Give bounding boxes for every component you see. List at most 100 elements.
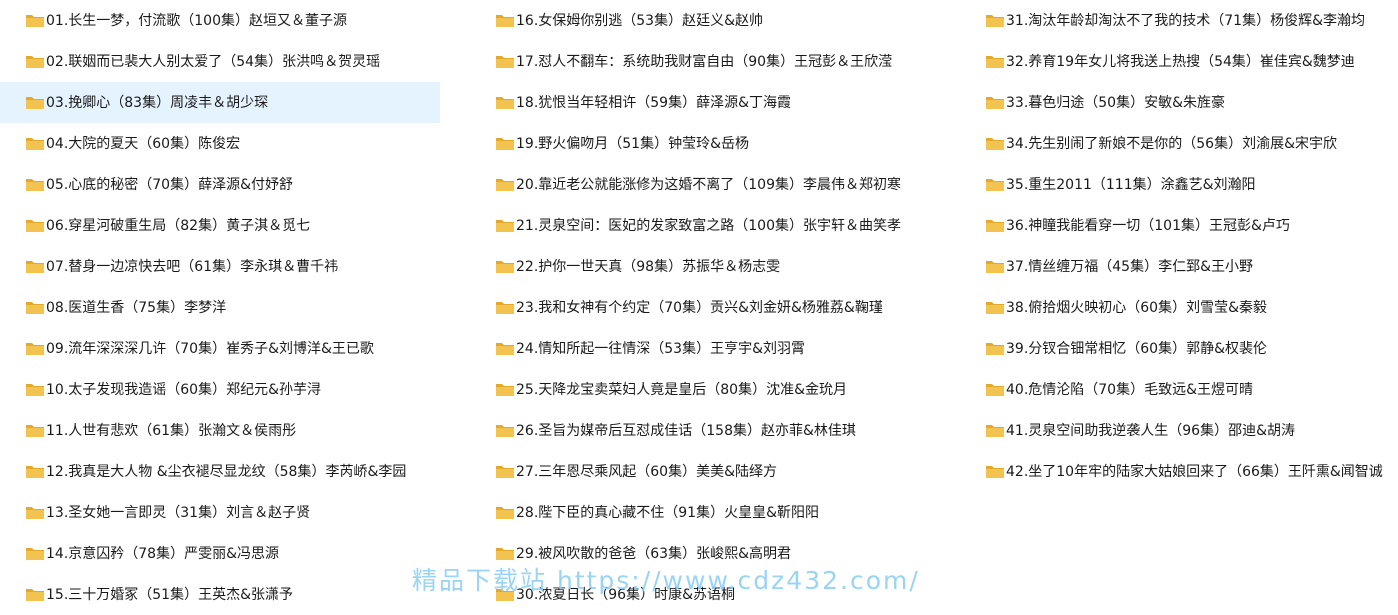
folder-name: 27.三年恩尽乘风起（60集）美美&陆绎方 [516,463,777,480]
folder-item[interactable]: 12.我真是大人物 &尘衣褪尽显龙纹（58集）李芮峤&李园 [0,451,440,492]
folder-item[interactable]: 39.分钗合钿常相忆（60集）郭静&权裴伦 [960,328,1398,369]
folder-name: 31.淘汰年龄却淘汰不了我的技术（71集）杨俊辉&李瀚均 [1006,12,1365,29]
folder-item[interactable]: 32.养育19年女儿将我送上热搜（54集）崔佳宾&魏梦迪 [960,41,1398,82]
folder-name: 42.坐了10年牢的陆家大姑娘回来了（66集）王阡熏&闻智诚 [1006,463,1383,480]
folder-icon [25,300,45,316]
folder-name: 13.圣女她一言即灵（31集）刘言＆赵子贤 [46,504,311,521]
folder-name: 19.野火偏吻月（51集）钟莹玲&岳杨 [516,135,749,152]
folder-name: 30.浓夏日长（96集）时康&苏语桐 [516,586,735,603]
folder-icon [25,259,45,275]
folder-icon [985,464,1005,480]
folder-name: 28.陛下臣的真心藏不住（91集）火皇皇&靳阳阳 [516,504,819,521]
folder-item[interactable]: 40.危情沦陷（70集）毛致远&王煜可晴 [960,369,1398,410]
folder-item[interactable]: 27.三年恩尽乘风起（60集）美美&陆绎方 [470,451,910,492]
folder-name: 39.分钗合钿常相忆（60集）郭静&权裴伦 [1006,340,1267,357]
folder-item[interactable]: 38.俯拾烟火映初心（60集）刘雪莹&秦毅 [960,287,1398,328]
folder-icon [985,54,1005,70]
folder-name: 07.替身一边凉快去吧（61集）李永琪＆曹千祎 [46,258,339,275]
folder-icon [985,95,1005,111]
folder-name: 26.圣旨为媒帝后互怼成佳话（158集）赵亦菲&林佳琪 [516,422,856,439]
folder-item[interactable]: 22.护你一世天真（98集）苏振华＆杨志雯 [470,246,910,287]
folder-item[interactable]: 20.靠近老公就能涨修为这婚不离了（109集）李晨伟＆郑初寒 [470,164,910,205]
folder-icon [495,54,515,70]
folder-item[interactable]: 24.情知所起一往情深（53集）王亨宇&刘羽霄 [470,328,910,369]
folder-name: 25.天降龙宝卖菜妇人竟是皇后（80集）沈准&金玧月 [516,381,847,398]
folder-icon [495,300,515,316]
folder-icon [25,13,45,29]
folder-icon [25,177,45,193]
folder-item[interactable]: 34.先生别闹了新娘不是你的（56集）刘渝展&宋宇欣 [960,123,1398,164]
folder-item[interactable]: 35.重生2011（111集）涂鑫艺&刘瀚阳 [960,164,1398,205]
folder-icon [985,259,1005,275]
folder-item[interactable]: 08.医道生香（75集）李梦洋 [0,287,440,328]
folder-name: 29.被风吹散的爸爸（63集）张峻熙&高明君 [516,545,791,562]
folder-icon [985,218,1005,234]
folder-item[interactable]: 03.挽卿心（83集）周凌丰＆胡少琛 [0,82,440,123]
folder-column-1: 01.长生一梦，付流歌（100集）赵垣又＆董子源 02.联姻而已裴大人别太爱了（5… [0,0,440,615]
folder-item[interactable]: 33.暮色归途（50集）安敏&朱旌豪 [960,82,1398,123]
folder-item[interactable]: 05.心底的秘密（70集）薛泽源&付妤舒 [0,164,440,205]
folder-name: 12.我真是大人物 &尘衣褪尽显龙纹（58集）李芮峤&李园 [46,463,407,480]
folder-name: 01.长生一梦，付流歌（100集）赵垣又＆董子源 [46,12,347,29]
folder-item[interactable]: 42.坐了10年牢的陆家大姑娘回来了（66集）王阡熏&闻智诚 [960,451,1398,492]
folder-item[interactable]: 28.陛下臣的真心藏不住（91集）火皇皇&靳阳阳 [470,492,910,533]
folder-icon [25,341,45,357]
folder-icon [495,218,515,234]
folder-icon [495,177,515,193]
folder-item[interactable]: 02.联姻而已裴大人别太爱了（54集）张洪鸣＆贺灵瑶 [0,41,440,82]
folder-item[interactable]: 36.神瞳我能看穿一切（101集）王冠彭&卢巧 [960,205,1398,246]
folder-icon [495,505,515,521]
folder-icon [495,95,515,111]
folder-icon [25,505,45,521]
folder-item[interactable]: 04.大院的夏天（60集）陈俊宏 [0,123,440,164]
folder-item[interactable]: 18.犹恨当年轻相许（59集）薛泽源&丁海霞 [470,82,910,123]
folder-item[interactable]: 01.长生一梦，付流歌（100集）赵垣又＆董子源 [0,0,440,41]
folder-name: 18.犹恨当年轻相许（59集）薛泽源&丁海霞 [516,94,791,111]
folder-name: 20.靠近老公就能涨修为这婚不离了（109集）李晨伟＆郑初寒 [516,176,901,193]
folder-icon [25,464,45,480]
folder-name: 22.护你一世天真（98集）苏振华＆杨志雯 [516,258,781,275]
folder-name: 32.养育19年女儿将我送上热搜（54集）崔佳宾&魏梦迪 [1006,53,1355,70]
folder-icon [25,136,45,152]
folder-name: 17.怼人不翻车：系统助我财富自由（90集）王冠彭＆王欣滢 [516,53,893,70]
folder-icon [495,259,515,275]
folder-item[interactable]: 41.灵泉空间助我逆袭人生（96集）邵迪&胡涛 [960,410,1398,451]
folder-item[interactable]: 13.圣女她一言即灵（31集）刘言＆赵子贤 [0,492,440,533]
folder-item[interactable]: 23.我和女神有个约定（70集）贡兴&刘金妍&杨雅荔&鞠瑾 [470,287,910,328]
folder-item[interactable]: 17.怼人不翻车：系统助我财富自由（90集）王冠彭＆王欣滢 [470,41,910,82]
folder-item[interactable]: 37.情丝缠万福（45集）李仁郅&王小野 [960,246,1398,287]
folder-icon [985,300,1005,316]
folder-name: 04.大院的夏天（60集）陈俊宏 [46,135,241,152]
folder-item[interactable]: 30.浓夏日长（96集）时康&苏语桐 [470,574,910,615]
folder-item[interactable]: 11.人世有悲欢（61集）张瀚文＆侯雨彤 [0,410,440,451]
folder-item[interactable]: 07.替身一边凉快去吧（61集）李永琪＆曹千祎 [0,246,440,287]
folder-icon [25,587,45,603]
folder-item[interactable]: 25.天降龙宝卖菜妇人竟是皇后（80集）沈准&金玧月 [470,369,910,410]
folder-name: 24.情知所起一往情深（53集）王亨宇&刘羽霄 [516,340,805,357]
folder-icon [25,423,45,439]
folder-icon [25,95,45,111]
folder-item[interactable]: 10.太子发现我造谣（60集）郑纪元&孙芋浔 [0,369,440,410]
folder-icon [495,464,515,480]
folder-name: 37.情丝缠万福（45集）李仁郅&王小野 [1006,258,1253,275]
folder-icon [495,136,515,152]
folder-item[interactable]: 29.被风吹散的爸爸（63集）张峻熙&高明君 [470,533,910,574]
folder-icon [985,382,1005,398]
folder-item[interactable]: 09.流年深深深几许（70集）崔秀子&刘博洋&王已歌 [0,328,440,369]
folder-icon [25,54,45,70]
folder-item[interactable]: 15.三十万婚冢（51集）王英杰&张潇予 [0,574,440,615]
folder-item[interactable]: 19.野火偏吻月（51集）钟莹玲&岳杨 [470,123,910,164]
file-explorer-content: 01.长生一梦，付流歌（100集）赵垣又＆董子源 02.联姻而已裴大人别太爱了（5… [0,0,1398,607]
folder-name: 15.三十万婚冢（51集）王英杰&张潇予 [46,586,293,603]
folder-item[interactable]: 16.女保姆你别逃（53集）赵廷义&赵帅 [470,0,910,41]
folder-name: 23.我和女神有个约定（70集）贡兴&刘金妍&杨雅荔&鞠瑾 [516,299,883,316]
folder-icon [985,177,1005,193]
folder-item[interactable]: 26.圣旨为媒帝后互怼成佳话（158集）赵亦菲&林佳琪 [470,410,910,451]
folder-icon [25,382,45,398]
folder-item[interactable]: 14.京意囚矜（78集）严雯丽&冯思源 [0,533,440,574]
folder-item[interactable]: 31.淘汰年龄却淘汰不了我的技术（71集）杨俊辉&李瀚均 [960,0,1398,41]
folder-item[interactable]: 06.穿星河破重生局（82集）黄子淇＆觅七 [0,205,440,246]
folder-item[interactable]: 21.灵泉空间：医妃的发家致富之路（100集）张宇轩＆曲笑孝 [470,205,910,246]
folder-icon [495,382,515,398]
folder-name: 16.女保姆你别逃（53集）赵廷义&赵帅 [516,12,763,29]
